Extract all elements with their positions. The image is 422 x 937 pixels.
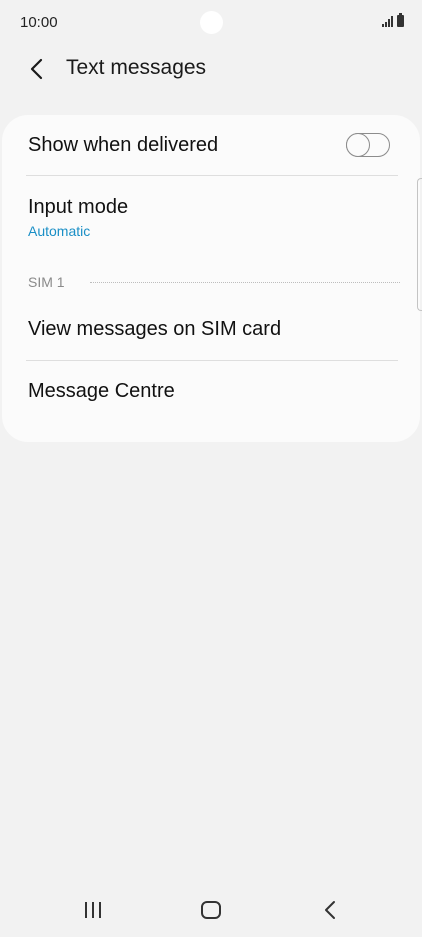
page-title: Text messages [66,56,207,79]
show-when-delivered-row[interactable]: Show when delivered [2,115,420,175]
status-time: 10:00 [20,14,58,31]
input-mode-row[interactable]: Input mode Automatic [2,176,420,246]
app-header: Text messages [0,46,422,92]
scroll-indicator[interactable] [417,178,422,311]
home-button[interactable] [191,894,231,926]
back-icon [325,901,335,919]
screen: 10:00 Text messages Show when delivered [0,0,422,937]
show-when-delivered-label: Show when delivered [28,134,219,156]
status-icons [382,13,404,27]
front-camera [200,11,223,34]
recent-apps-icon [85,902,101,918]
status-bar: 10:00 [0,0,422,46]
signal-icon [382,15,393,27]
show-when-delivered-toggle[interactable] [345,132,390,157]
sim-section-header: SIM 1 [28,273,400,293]
back-button[interactable] [22,54,52,84]
view-messages-on-sim-label: View messages on SIM card [28,318,282,340]
input-mode-value: Automatic [28,223,91,239]
nav-back-button[interactable] [310,894,350,926]
section-divider-dots [90,282,400,283]
recent-apps-button[interactable] [73,894,113,926]
chevron-left-icon [30,58,43,80]
sim-section-label: SIM 1 [28,274,65,290]
home-icon [201,901,221,919]
view-messages-on-sim-row[interactable]: View messages on SIM card [2,301,420,359]
navigation-bar [0,880,422,937]
message-centre-row[interactable]: Message Centre [2,361,420,421]
toggle-knob [345,132,370,157]
battery-icon [397,13,404,27]
input-mode-label: Input mode [28,196,129,218]
settings-card: Show when delivered Input mode Automatic… [2,115,420,442]
message-centre-label: Message Centre [28,380,175,402]
